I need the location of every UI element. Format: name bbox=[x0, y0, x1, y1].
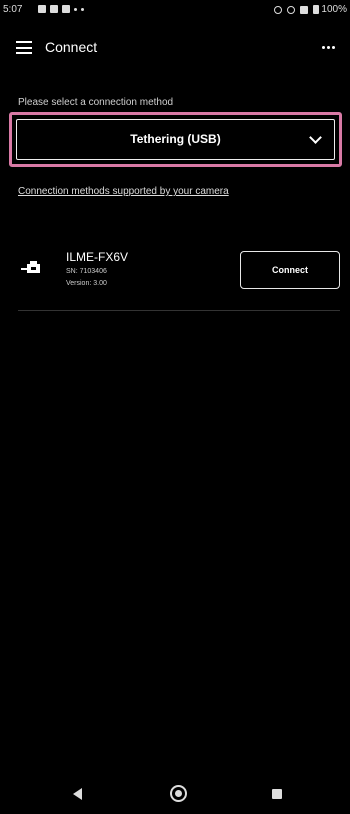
connection-method-prompt: Please select a connection method bbox=[18, 97, 174, 108]
device-name: ILME-FX6V bbox=[66, 250, 129, 264]
more-vert-icon[interactable] bbox=[322, 46, 335, 49]
signal-icon bbox=[300, 5, 309, 14]
page-title: Connect bbox=[45, 39, 98, 55]
device-serial: SN: 7103406 bbox=[66, 268, 107, 275]
phone-screen: 5:07 100% Connect Please select a connec… bbox=[0, 0, 350, 814]
notification-icon bbox=[38, 5, 46, 13]
notification-icon bbox=[62, 5, 70, 13]
notification-icon bbox=[50, 5, 58, 13]
notification-dot-icon bbox=[81, 7, 84, 11]
selected-method: Tethering (USB) bbox=[130, 132, 221, 146]
menu-icon[interactable] bbox=[16, 41, 32, 54]
app-bar: Connect bbox=[0, 24, 350, 72]
system-icons: 100% bbox=[274, 4, 347, 15]
divider bbox=[18, 310, 340, 311]
nav-home-icon[interactable] bbox=[170, 785, 187, 802]
device-row: ILME-FX6V SN: 7103406 Version: 3.00 Conn… bbox=[0, 240, 350, 310]
status-bar: 5:07 100% bbox=[0, 0, 350, 20]
connection-method-dropdown[interactable]: Tethering (USB) bbox=[16, 119, 335, 160]
battery-icon: 100% bbox=[313, 4, 347, 15]
connect-button[interactable]: Connect bbox=[240, 251, 340, 289]
nav-recents-icon[interactable] bbox=[272, 789, 282, 799]
camera-usb-icon bbox=[21, 261, 40, 273]
navigation-bar bbox=[0, 776, 350, 814]
supported-methods-link[interactable]: Connection methods supported by your cam… bbox=[18, 186, 229, 197]
notification-icons bbox=[38, 5, 84, 13]
sync-icon bbox=[274, 5, 283, 14]
nav-back-icon[interactable] bbox=[73, 788, 82, 800]
status-time: 5:07 bbox=[3, 4, 23, 15]
battery-level: 100% bbox=[321, 4, 347, 15]
dnd-icon bbox=[287, 5, 296, 14]
notification-dot-icon bbox=[74, 7, 77, 11]
device-version: Version: 3.00 bbox=[66, 280, 107, 287]
